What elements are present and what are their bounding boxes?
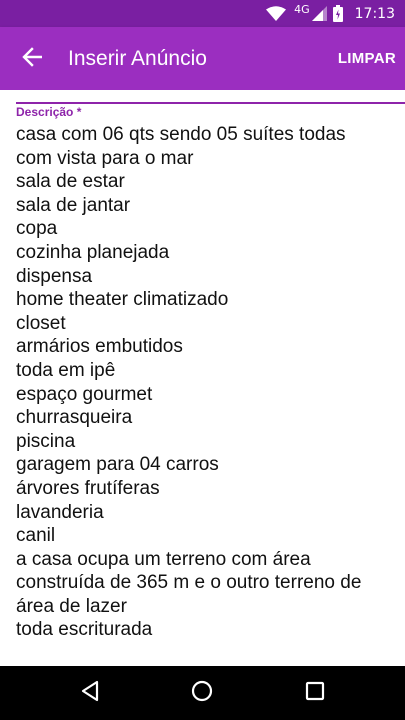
description-line: home theater climatizado [16, 289, 229, 311]
nav-home-button[interactable] [172, 666, 232, 720]
description-line: a casa ocupa um terreno com área [16, 548, 311, 570]
description-line: garagem para 04 carros [16, 454, 219, 476]
nav-recents-icon [305, 681, 325, 706]
navigation-bar [0, 666, 405, 720]
status-bar: 4G 17:13 [0, 0, 405, 27]
wifi-icon [266, 6, 287, 21]
description-line: closet [16, 312, 66, 334]
description-line: churrasqueira [16, 407, 133, 429]
description-line: área de lazer [16, 595, 127, 617]
description-line: casa com 06 qts sendo 05 suítes todas [16, 124, 346, 145]
description-line: dispensa [16, 265, 93, 287]
app-bar: Inserir Anúncio LIMPAR [0, 27, 405, 90]
clear-button[interactable]: LIMPAR [338, 49, 396, 69]
nav-back-button[interactable] [60, 666, 120, 720]
network-type: 4G [294, 3, 310, 16]
arrow-back-icon [22, 46, 43, 72]
clock: 17:13 [354, 5, 395, 22]
description-line: piscina [16, 430, 76, 452]
description-line: sala de estar [16, 171, 125, 193]
form-content: Descrição * casa com 06 qts sendo 05 suí… [0, 90, 405, 666]
nav-home-icon [191, 680, 213, 707]
description-line: sala de jantar [16, 194, 131, 216]
description-line: armários embutidos [16, 336, 183, 358]
cell-signal-icon [311, 6, 327, 21]
description-line: espaço gourmet [16, 383, 153, 405]
back-button[interactable] [12, 39, 52, 79]
description-line: cozinha planejada [16, 241, 170, 263]
description-line: canil [16, 525, 56, 547]
page-title: Inserir Anúncio [68, 47, 207, 70]
description-line: com vista para o mar [16, 147, 194, 169]
description-line: construída de 365 m e o outro terreno de [16, 572, 362, 594]
nav-back-icon [80, 680, 100, 707]
description-line: toda escriturada [16, 619, 153, 641]
nav-recents-button[interactable] [285, 666, 345, 720]
description-field[interactable]: casa com 06 qts sendo 05 suítes todas co… [16, 123, 396, 642]
battery-icon [332, 5, 343, 22]
description-line: árvores frutíferas [16, 477, 160, 499]
status-icons: 4G 17:13 [266, 0, 395, 27]
description-line: copa [16, 218, 58, 240]
description-label: Descrição * [16, 105, 82, 119]
description-line: lavanderia [16, 501, 104, 523]
description-line: toda em ipê [16, 359, 116, 381]
